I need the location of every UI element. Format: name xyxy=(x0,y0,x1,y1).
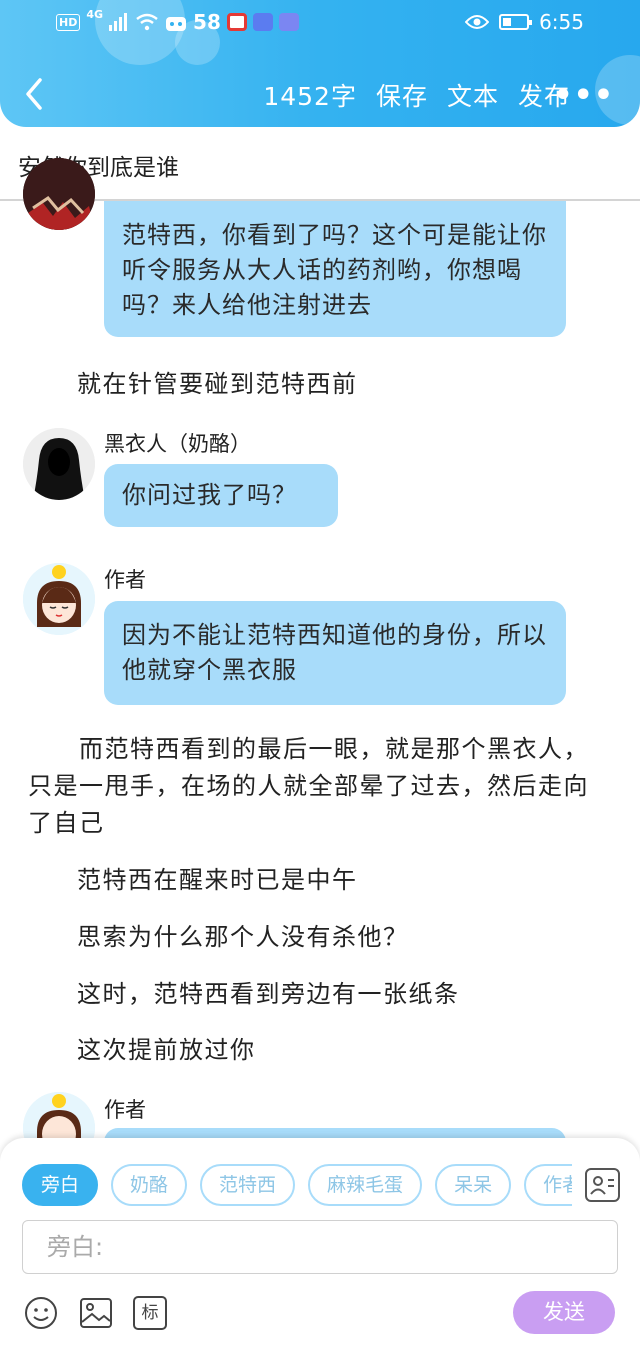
save-button[interactable]: 保存 xyxy=(376,77,428,113)
image-icon[interactable] xyxy=(79,1296,113,1330)
cloud-icon xyxy=(252,13,273,31)
nav-actions: 1452字 保存 文本 发布 xyxy=(263,77,570,113)
chip-role[interactable]: 作者 xyxy=(524,1164,572,1206)
narration-text[interactable]: 这时，范特西看到旁边有一张纸条 xyxy=(77,976,460,1012)
narration-text[interactable]: 就在针管要碰到范特西前 xyxy=(77,366,358,402)
app-icon-red xyxy=(226,13,247,31)
tag-label: 标 xyxy=(141,1303,159,1323)
speaker-name: 黑衣人（奶酪） xyxy=(104,432,251,456)
message-bubble[interactable]: 你问过我了吗？ xyxy=(104,464,338,527)
avatar-fantexi[interactable] xyxy=(23,158,95,230)
avatar-black-clothed[interactable] xyxy=(23,428,95,500)
emoji-icon[interactable] xyxy=(24,1296,58,1330)
message-bubble[interactable]: 因为不能让范特西知道他的身份，所以他就穿个黑衣服 xyxy=(104,601,566,705)
compose-panel: 旁白 奶酪 范特西 麻辣毛蛋 呆呆 作者 标 发送 xyxy=(0,1138,640,1351)
chip-role[interactable]: 奶酪 xyxy=(111,1164,188,1206)
more-button[interactable]: ••• xyxy=(553,78,614,113)
speaker-name: 作者 xyxy=(104,568,146,592)
chip-role[interactable]: 范特西 xyxy=(200,1164,296,1206)
editor-screen: HD 4G 58 6:55 1452字 保存 文本 发布 ••• 安然你到底是谁… xyxy=(0,0,640,1351)
network-type: 4G xyxy=(86,8,104,21)
message-bubble[interactable]: 范特西，你看到了吗？这个可是能让你听令服务从大人话的药剂哟，你想喝吗？来人给他注… xyxy=(104,201,566,337)
signal-icon xyxy=(109,13,128,31)
message-input[interactable] xyxy=(22,1220,618,1274)
chip-role[interactable]: 麻辣毛蛋 xyxy=(308,1164,423,1206)
clock: 6:55 xyxy=(539,10,584,34)
chip-role[interactable]: 呆呆 xyxy=(435,1164,512,1206)
word-count: 1452字 xyxy=(263,82,357,111)
hd-badge: HD xyxy=(56,13,81,31)
tag-button[interactable]: 标 xyxy=(133,1296,167,1330)
role-manager-icon[interactable] xyxy=(585,1168,620,1202)
back-icon[interactable] xyxy=(18,74,54,114)
app-icon xyxy=(166,17,187,31)
message-app-icon xyxy=(278,13,299,31)
narration-text[interactable]: 这次提前放过你 xyxy=(77,1032,256,1068)
narration-text[interactable]: 范特西在醒来时已是中午 xyxy=(77,862,358,898)
battery-icon xyxy=(499,14,533,30)
status-bar: HD 4G 58 6:55 xyxy=(0,0,640,44)
chip-narration[interactable]: 旁白 xyxy=(22,1164,99,1206)
speaker-name: 作者 xyxy=(104,1098,146,1122)
header: HD 4G 58 6:55 1452字 保存 文本 发布 ••• xyxy=(0,0,640,127)
eye-icon xyxy=(465,15,490,29)
send-button[interactable]: 发送 xyxy=(513,1291,615,1334)
role-chips: 旁白 奶酪 范特西 麻辣毛蛋 呆呆 作者 xyxy=(22,1164,572,1206)
wifi-icon xyxy=(136,13,158,31)
nav-bar: 1452字 保存 文本 发布 ••• xyxy=(0,60,640,126)
avatar-author[interactable] xyxy=(23,563,95,635)
text-button[interactable]: 文本 xyxy=(447,77,499,113)
narration-text[interactable]: 思索为什么那个人没有杀他？ xyxy=(77,919,409,955)
narration-text[interactable]: 而范特西看到的最后一眼，就是那个黑衣人，只是一甩手，在场的人就全部晕了过去，然后… xyxy=(28,731,594,842)
app-badge: 58 xyxy=(193,10,221,34)
